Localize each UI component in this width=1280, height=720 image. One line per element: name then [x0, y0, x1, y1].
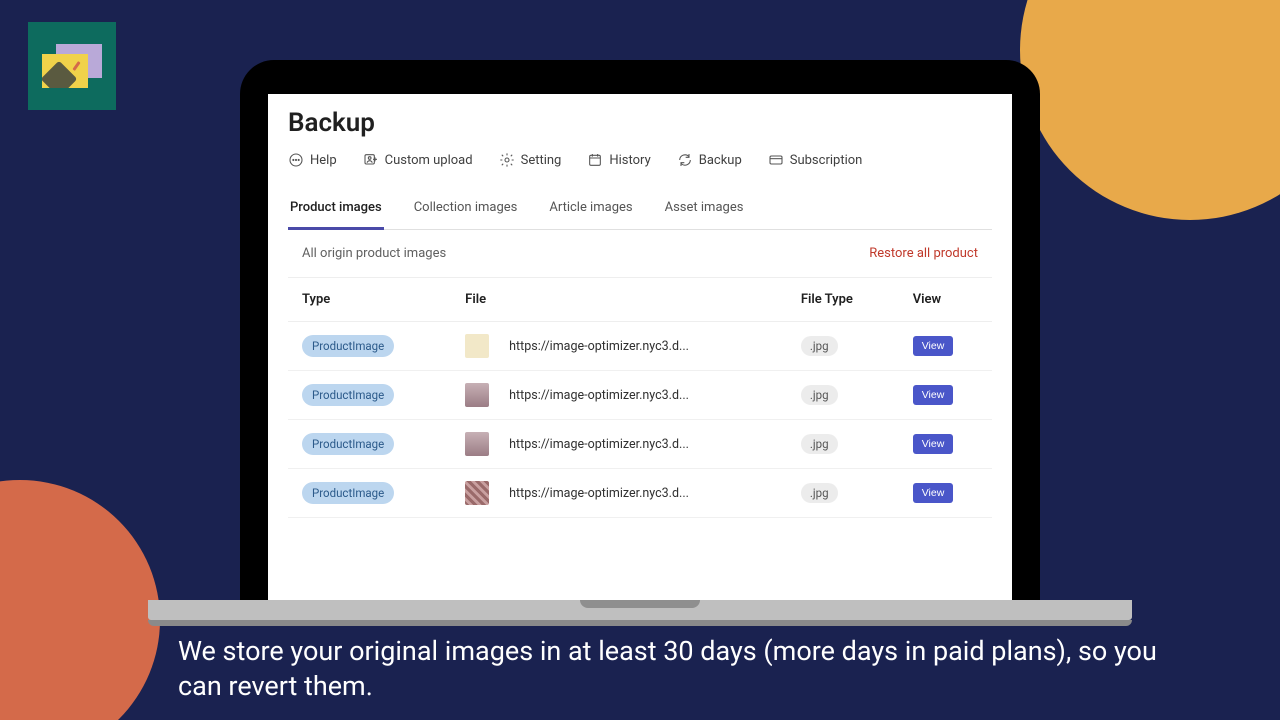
view-button[interactable]: View: [913, 336, 954, 356]
table-row: ProductImage https://image-optimizer.nyc…: [288, 420, 992, 469]
tabs: Product images Collection images Article…: [288, 194, 992, 230]
help-button[interactable]: Help: [288, 152, 337, 168]
filetype-pill: .jpg: [801, 434, 838, 454]
tab-asset-images[interactable]: Asset images: [663, 194, 746, 229]
decor-blob-yellow: [1020, 0, 1280, 220]
col-file: File: [465, 292, 801, 307]
custom-upload-button[interactable]: Custom upload: [363, 152, 473, 168]
table-row: ProductImage https://image-optimizer.nyc…: [288, 322, 992, 371]
tab-product-images[interactable]: Product images: [288, 194, 384, 230]
panel-heading: All origin product images: [302, 246, 446, 261]
help-label: Help: [310, 153, 337, 168]
table-header: Type File File Type View: [288, 278, 992, 322]
upload-user-icon: [363, 152, 379, 168]
filetype-pill: .jpg: [801, 483, 838, 503]
type-badge: ProductImage: [302, 433, 394, 455]
file-url: https://image-optimizer.nyc3.d...: [509, 437, 689, 452]
backup-button[interactable]: Backup: [677, 152, 742, 168]
table-row: ProductImage https://image-optimizer.nyc…: [288, 371, 992, 420]
restore-all-link[interactable]: Restore all product: [869, 246, 978, 261]
table-row: ProductImage https://image-optimizer.nyc…: [288, 469, 992, 518]
app-logo: [28, 22, 116, 110]
setting-label: Setting: [521, 153, 562, 168]
type-badge: ProductImage: [302, 335, 394, 357]
laptop-mock: Backup Help Custom upload Setting: [240, 60, 1040, 620]
refresh-icon: [677, 152, 693, 168]
thumbnail-icon: [465, 481, 489, 505]
file-url: https://image-optimizer.nyc3.d...: [509, 339, 689, 354]
view-button[interactable]: View: [913, 385, 954, 405]
col-view: View: [913, 292, 978, 307]
calendar-icon: [587, 152, 603, 168]
thumbnail-icon: [465, 432, 489, 456]
setting-button[interactable]: Setting: [499, 152, 562, 168]
subscription-button[interactable]: Subscription: [768, 152, 863, 168]
filetype-pill: .jpg: [801, 385, 838, 405]
thumbnail-icon: [465, 383, 489, 407]
col-type: Type: [302, 292, 465, 307]
marketing-caption: We store your original images in at leas…: [178, 634, 1160, 704]
file-url: https://image-optimizer.nyc3.d...: [509, 486, 689, 501]
col-filetype: File Type: [801, 292, 913, 307]
decor-blob-orange: [0, 480, 160, 720]
backup-label: Backup: [699, 153, 742, 168]
card-icon: [768, 152, 784, 168]
tab-article-images[interactable]: Article images: [547, 194, 634, 229]
chat-icon: [288, 152, 304, 168]
thumbnail-icon: [465, 334, 489, 358]
panel-header: All origin product images Restore all pr…: [288, 230, 992, 278]
type-badge: ProductImage: [302, 384, 394, 406]
history-label: History: [609, 153, 650, 168]
toolbar: Help Custom upload Setting History: [288, 152, 992, 168]
gear-icon: [499, 152, 515, 168]
type-badge: ProductImage: [302, 482, 394, 504]
history-button[interactable]: History: [587, 152, 650, 168]
file-url: https://image-optimizer.nyc3.d...: [509, 388, 689, 403]
page-title: Backup: [288, 108, 992, 138]
view-button[interactable]: View: [913, 434, 954, 454]
custom-upload-label: Custom upload: [385, 153, 473, 168]
subscription-label: Subscription: [790, 153, 863, 168]
filetype-pill: .jpg: [801, 336, 838, 356]
tab-collection-images[interactable]: Collection images: [412, 194, 520, 229]
laptop-base: [148, 600, 1132, 620]
view-button[interactable]: View: [913, 483, 954, 503]
